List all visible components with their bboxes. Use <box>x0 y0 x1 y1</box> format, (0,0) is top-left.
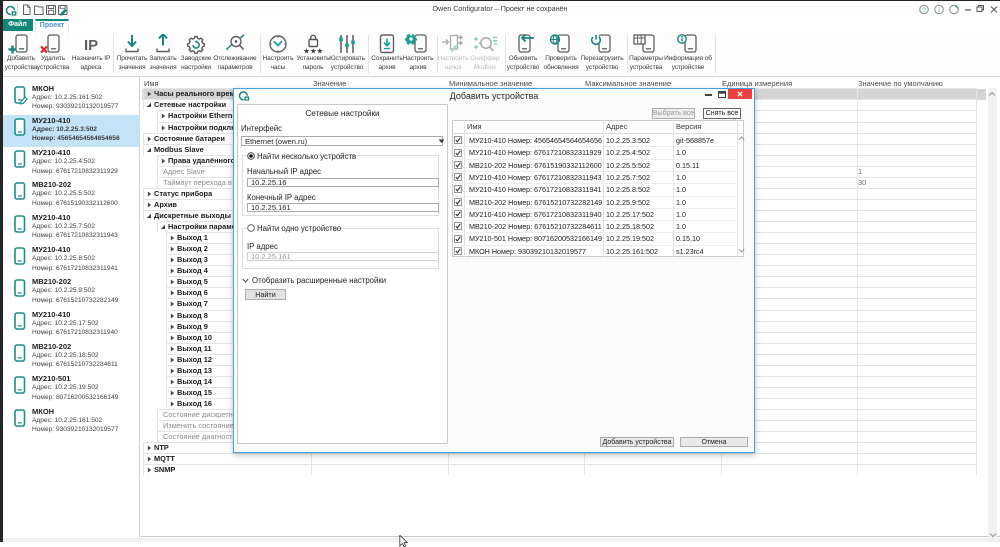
svg-text:i: i <box>938 7 939 14</box>
svg-text:IP: IP <box>84 37 98 54</box>
svg-text:?: ? <box>922 7 926 14</box>
svg-text:★★★: ★★★ <box>303 47 323 55</box>
